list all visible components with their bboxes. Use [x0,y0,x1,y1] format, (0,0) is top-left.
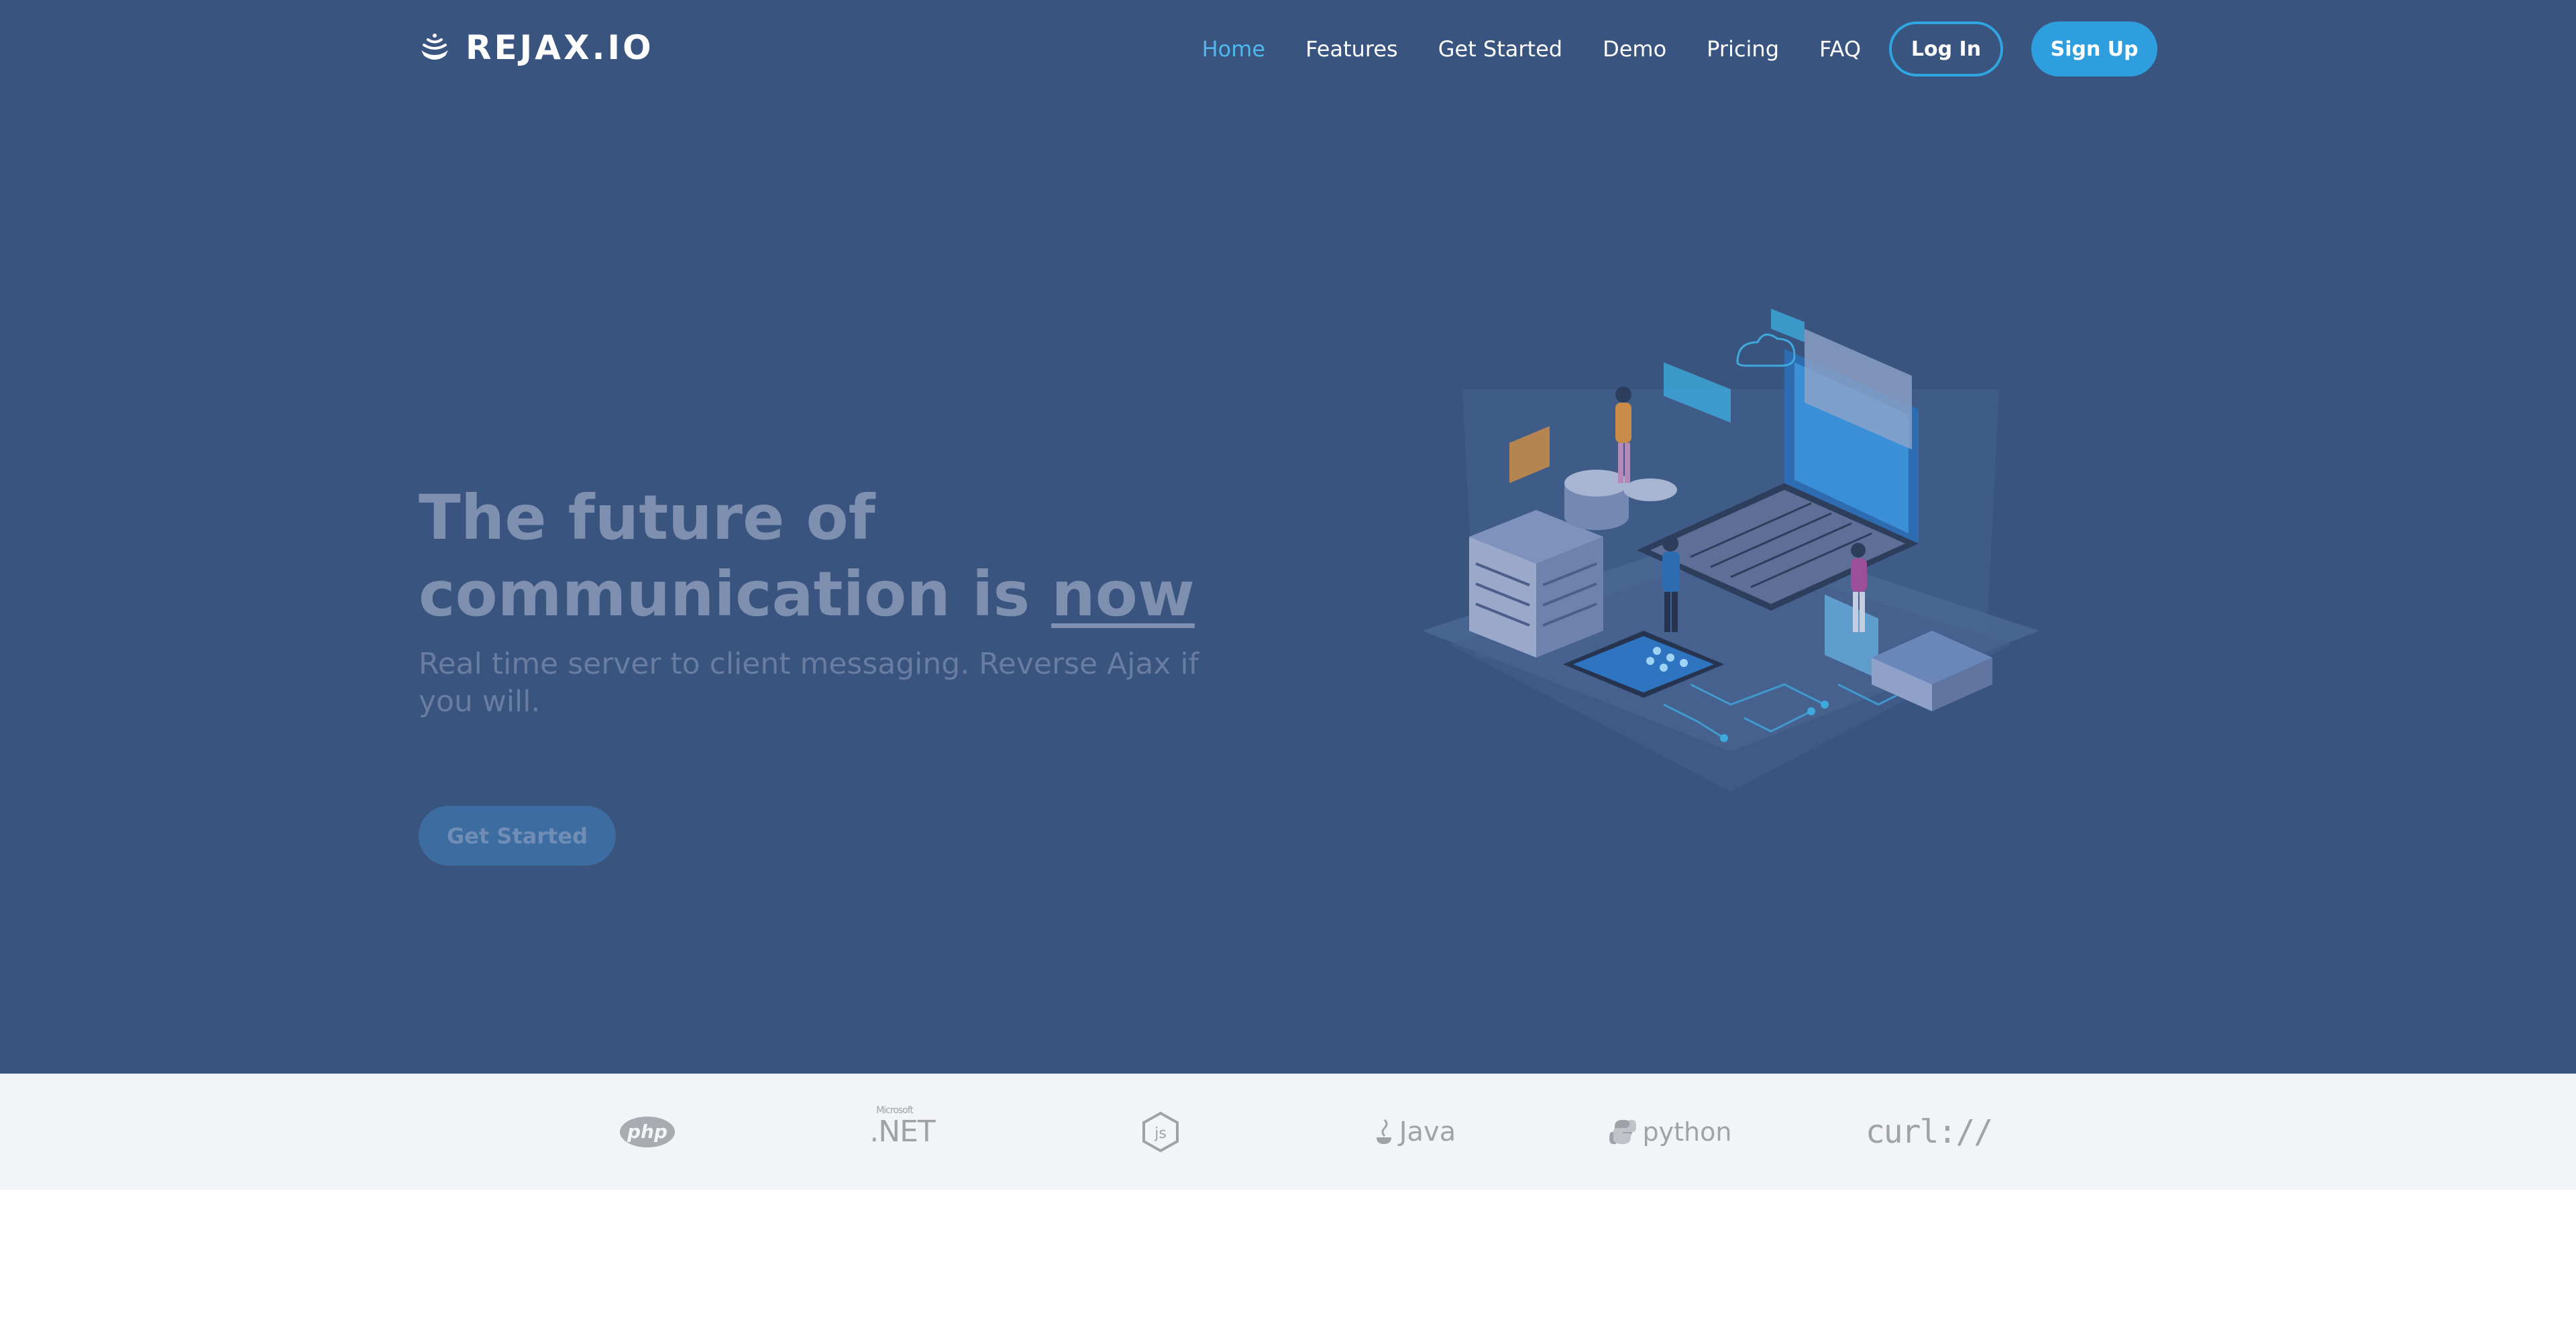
get-started-button[interactable]: Get Started [419,806,616,866]
nav-get-started[interactable]: Get Started [1438,38,1562,60]
dotnet-logo: Microsoft .NET [865,1074,939,1190]
php-badge: php [620,1116,675,1147]
main-nav: Home Features Get Started Demo Pricing F… [1202,21,2157,76]
brand-logo[interactable]: REJAX.IO [419,31,654,64]
dotnet-text: Microsoft .NET [869,1105,936,1149]
python-wrap: python [1609,1117,1732,1147]
nav-pricing[interactable]: Pricing [1707,38,1779,60]
python-snake-icon [1609,1119,1636,1144]
isometric-server-laptop-illustration [1422,309,2039,792]
hero-subheadline: Real time server to client messaging. Re… [419,647,1199,719]
curl-label: curl:// [1865,1113,1993,1151]
php-logo: php [620,1074,675,1190]
nav-home[interactable]: Home [1202,38,1266,60]
python-label: python [1642,1117,1732,1147]
dotnet-label: .NET [869,1115,936,1149]
nav-demo[interactable]: Demo [1603,38,1666,60]
hero-headline: The future of communication is now [419,480,1224,633]
java-logo: Java [1375,1074,1456,1190]
java-label: Java [1399,1116,1456,1147]
coffee-cup-icon [1376,1119,1391,1144]
nav-features[interactable]: Features [1305,38,1398,60]
headline-accent: now [1051,558,1195,630]
brand-name: REJAX.IO [466,28,654,67]
java-wrap: Java [1375,1117,1456,1147]
python-logo: python [1609,1074,1731,1190]
headline-text: The future of communication is [419,482,1030,630]
nodejs-label: js [1154,1125,1167,1142]
nodejs-hex-icon: js [1142,1111,1179,1152]
tech-logos-bar: php Microsoft .NET js Java python curl:/… [0,1074,2576,1190]
dotnet-microsoft: Microsoft [876,1105,914,1116]
signup-button[interactable]: Sign Up [2031,21,2157,76]
curl-logo: curl:// [1866,1074,1993,1190]
wifi-cup-icon [421,34,448,60]
login-button[interactable]: Log In [1889,21,2003,76]
nodejs-logo: js [1140,1074,1181,1190]
hero-section: REJAX.IO Home Features Get Started Demo … [0,0,2576,1074]
nav-faq[interactable]: FAQ [1819,38,1861,60]
